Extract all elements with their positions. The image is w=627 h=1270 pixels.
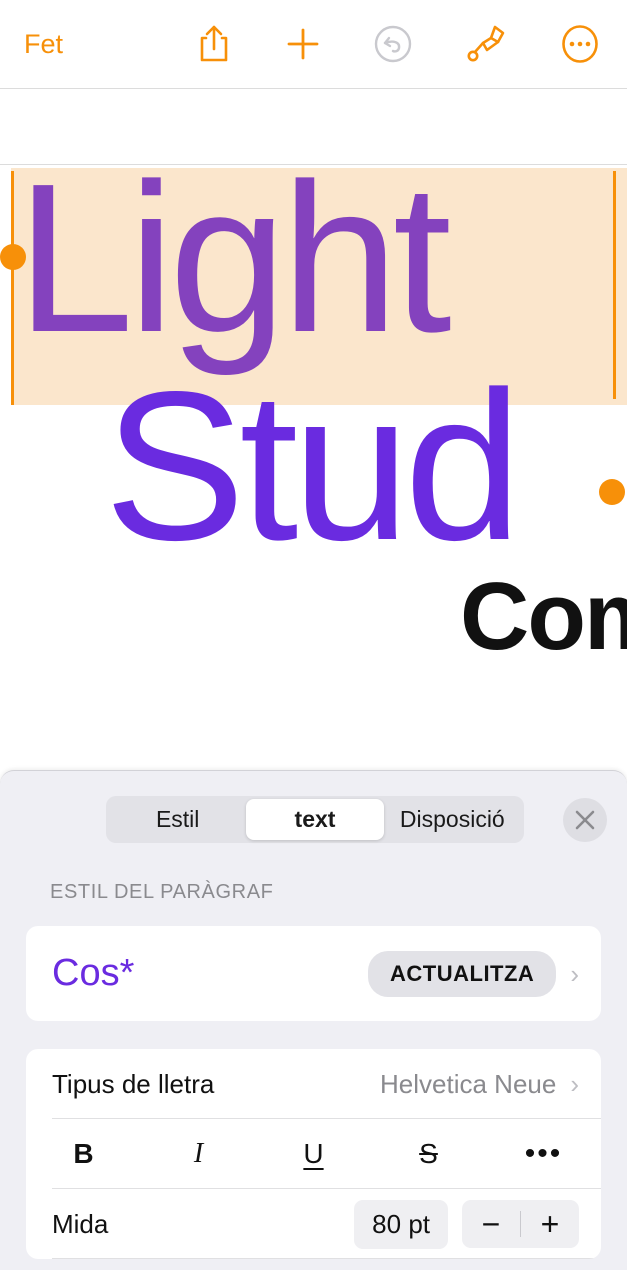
chevron-right-icon: › (570, 1069, 579, 1099)
font-size-row: Mida 80 pt − + (26, 1189, 601, 1259)
paragraph-style-card: Cos* ACTUALITZA › (26, 926, 601, 1021)
chevron-right-icon: › (570, 958, 579, 989)
font-family-value: Helvetica Neue (380, 1068, 557, 1099)
selection-rule-right (613, 171, 616, 399)
text-format-buttons-row: B I U S ••• (26, 1119, 601, 1189)
document-canvas[interactable]: Light Stud Comp (0, 89, 627, 770)
document-line-1[interactable]: Light (16, 151, 452, 365)
font-family-label: Tipus de lletra (52, 1068, 215, 1099)
font-family-row[interactable]: Tipus de lletra Helvetica Neue › (26, 1049, 601, 1119)
document-line-3[interactable]: Comp (460, 567, 627, 667)
font-size-stepper: − + (462, 1200, 579, 1248)
app-root: Fet Light Stud Com Estil text Disposició… (0, 0, 627, 1270)
underline-button[interactable]: U (256, 1119, 371, 1189)
selection-handle-end[interactable] (599, 479, 625, 505)
font-settings-card: Tipus de lletra Helvetica Neue › B I U S… (26, 1049, 601, 1259)
add-icon[interactable] (276, 17, 330, 71)
document-line-2[interactable]: Stud (104, 359, 522, 573)
more-circle-icon[interactable] (553, 17, 607, 71)
row-separator (52, 1258, 601, 1259)
done-button[interactable]: Fet (24, 29, 63, 60)
font-size-label: Mida (52, 1208, 109, 1239)
more-format-button[interactable]: ••• (486, 1119, 601, 1189)
close-panel-button[interactable] (563, 798, 607, 842)
selection-handle-start[interactable] (0, 244, 26, 270)
font-size-value[interactable]: 80 pt (354, 1199, 448, 1249)
update-style-button[interactable]: ACTUALITZA (368, 950, 557, 997)
bold-button[interactable]: B (26, 1119, 141, 1189)
paintbrush-icon[interactable] (459, 17, 513, 71)
format-panel: Estil text Disposició ESTIL DEL PARÀGRAF… (0, 770, 627, 1270)
top-toolbar: Fet (0, 0, 627, 89)
paragraph-style-name: Cos* (52, 952, 135, 994)
tab-text[interactable]: text (246, 799, 384, 840)
share-icon[interactable] (187, 17, 241, 71)
tab-estil[interactable]: Estil (109, 799, 246, 840)
selection-rule-left (11, 171, 14, 405)
paragraph-style-row[interactable]: Cos* ACTUALITZA › (26, 926, 601, 1021)
undo-icon[interactable] (366, 17, 420, 71)
italic-button[interactable]: I (141, 1119, 256, 1189)
format-panel-segmented-control[interactable]: Estil text Disposició (106, 796, 524, 843)
tab-disposicio[interactable]: Disposició (384, 799, 521, 840)
font-size-decrement-button[interactable]: − (462, 1200, 520, 1248)
strikethrough-button[interactable]: S (371, 1119, 486, 1189)
paragraph-style-section-header: ESTIL DEL PARÀGRAF (50, 881, 274, 903)
font-size-increment-button[interactable]: + (521, 1200, 579, 1248)
